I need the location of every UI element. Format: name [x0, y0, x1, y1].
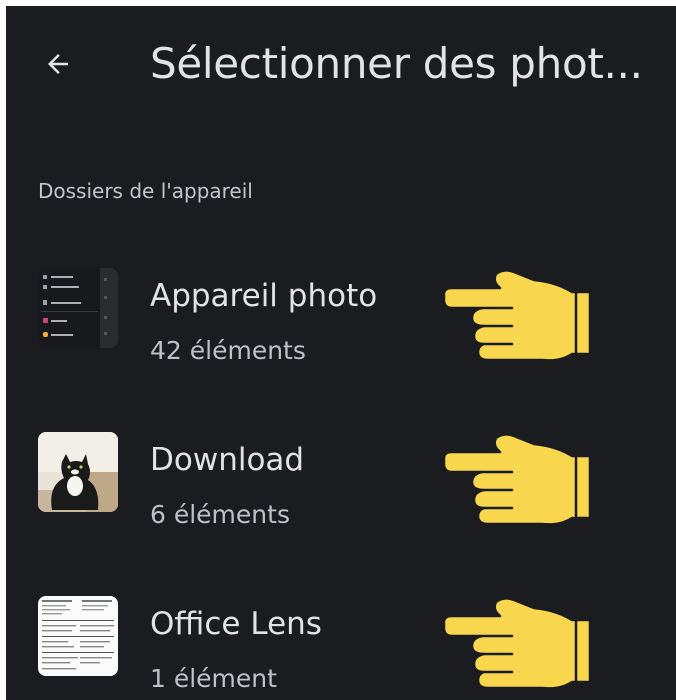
pointing-hand-icon [442, 433, 592, 526]
screenshot-thumbnail [38, 268, 118, 348]
folder-name: Office Lens [150, 606, 322, 642]
pointing-hand-icon [442, 269, 592, 362]
folder-count: 42 éléments [150, 336, 306, 365]
pointing-hand-icon [442, 597, 592, 690]
page-title: Sélectionner des phot... [150, 39, 643, 88]
app-bar: Sélectionner des phot... [6, 6, 676, 126]
back-button[interactable] [32, 38, 84, 90]
folder-name: Download [150, 442, 305, 478]
photo-picker-screen: Sélectionner des phot... Dossiers de l'a… [6, 6, 676, 700]
arrow-left-icon [48, 54, 68, 74]
folder-name: Appareil photo [150, 278, 378, 314]
section-label: Dossiers de l'appareil [38, 179, 253, 203]
folder-item-download[interactable]: Download 6 éléments [6, 406, 676, 536]
folder-count: 1 élément [150, 664, 277, 693]
folder-item-appareil-photo[interactable]: Appareil photo 42 éléments [6, 242, 676, 372]
document-thumbnail [38, 596, 118, 676]
folder-item-office-lens[interactable]: Office Lens 1 élément [6, 570, 676, 700]
folder-count: 6 éléments [150, 500, 290, 529]
cat-photo-thumbnail [38, 432, 118, 512]
